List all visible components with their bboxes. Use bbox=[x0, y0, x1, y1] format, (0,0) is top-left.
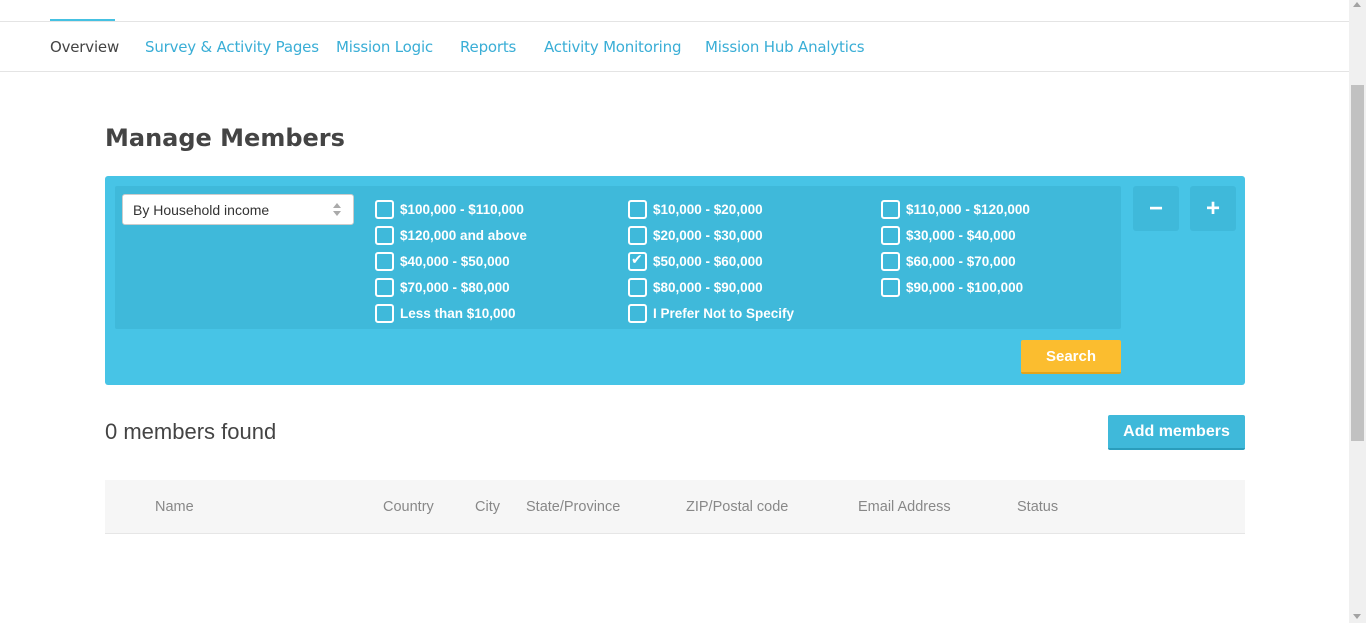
remove-filter-button[interactable]: − bbox=[1133, 186, 1179, 231]
income-option-checkbox[interactable]: $20,000 - $30,000 bbox=[628, 225, 763, 245]
members-table-header: Name Country City State/Province ZIP/Pos… bbox=[105, 480, 1245, 534]
income-option-label: $20,000 - $30,000 bbox=[653, 227, 763, 243]
scroll-up-icon[interactable] bbox=[1353, 2, 1361, 7]
checkmark-icon: ✔ bbox=[631, 251, 643, 268]
income-option-label: $10,000 - $20,000 bbox=[653, 201, 763, 217]
page-title: Manage Members bbox=[105, 124, 345, 152]
scroll-down-icon[interactable] bbox=[1353, 614, 1361, 619]
checkbox-icon bbox=[628, 199, 647, 219]
income-option-checkbox[interactable]: ✔ $50,000 - $60,000 bbox=[628, 251, 763, 271]
checkbox-icon bbox=[881, 251, 900, 271]
checkbox-icon bbox=[375, 251, 394, 271]
tab-mission-logic[interactable]: Mission Logic bbox=[336, 38, 433, 56]
column-header-city[interactable]: City bbox=[475, 499, 500, 515]
income-option-checkbox[interactable]: $120,000 and above bbox=[375, 225, 527, 245]
filter-type-select[interactable]: By Household income bbox=[122, 194, 354, 225]
checkbox-icon bbox=[628, 303, 647, 323]
income-option-checkbox[interactable]: $40,000 - $50,000 bbox=[375, 251, 510, 271]
checkbox-icon bbox=[881, 277, 900, 297]
income-option-label: $50,000 - $60,000 bbox=[653, 253, 763, 269]
checkbox-icon bbox=[375, 277, 394, 297]
scrollbar-thumb[interactable] bbox=[1351, 85, 1364, 441]
column-header-state[interactable]: State/Province bbox=[526, 499, 620, 515]
income-option-checkbox[interactable]: $110,000 - $120,000 bbox=[881, 199, 1030, 219]
income-option-label: $100,000 - $110,000 bbox=[400, 201, 524, 217]
income-option-label: $40,000 - $50,000 bbox=[400, 253, 510, 269]
income-option-label: $90,000 - $100,000 bbox=[906, 279, 1024, 295]
tab-overview[interactable]: Overview bbox=[50, 38, 119, 56]
income-option-checkbox[interactable]: $10,000 - $20,000 bbox=[628, 199, 763, 219]
tab-mission-hub-analytics[interactable]: Mission Hub Analytics bbox=[705, 38, 865, 56]
select-arrows-icon bbox=[332, 203, 342, 217]
tab-bar: Overview Survey & Activity Pages Mission… bbox=[0, 22, 1349, 72]
income-option-label: $70,000 - $80,000 bbox=[400, 279, 510, 295]
income-option-label: $30,000 - $40,000 bbox=[906, 227, 1016, 243]
vertical-scrollbar[interactable] bbox=[1349, 0, 1366, 623]
column-header-status[interactable]: Status bbox=[1017, 499, 1058, 515]
income-option-checkbox[interactable]: $30,000 - $40,000 bbox=[881, 225, 1016, 245]
income-option-label: $80,000 - $90,000 bbox=[653, 279, 763, 295]
checkbox-icon bbox=[375, 225, 394, 245]
filter-row: By Household income $100,000 - $110,000 … bbox=[115, 186, 1121, 329]
column-header-country[interactable]: Country bbox=[383, 499, 434, 515]
tab-survey-activity-pages[interactable]: Survey & Activity Pages bbox=[145, 38, 319, 56]
add-members-button[interactable]: Add members bbox=[1108, 415, 1245, 450]
filter-type-value: By Household income bbox=[133, 202, 270, 218]
tab-activity-monitoring[interactable]: Activity Monitoring bbox=[544, 38, 681, 56]
income-option-checkbox[interactable]: $70,000 - $80,000 bbox=[375, 277, 510, 297]
checkbox-icon: ✔ bbox=[628, 251, 647, 271]
income-option-checkbox[interactable]: $80,000 - $90,000 bbox=[628, 277, 763, 297]
top-header-edge bbox=[0, 0, 1349, 22]
checkbox-icon bbox=[375, 303, 394, 323]
search-button[interactable]: Search bbox=[1021, 340, 1121, 374]
column-header-email[interactable]: Email Address bbox=[858, 499, 951, 515]
tab-reports[interactable]: Reports bbox=[460, 38, 516, 56]
income-option-checkbox[interactable]: $60,000 - $70,000 bbox=[881, 251, 1016, 271]
income-option-label: $60,000 - $70,000 bbox=[906, 253, 1016, 269]
income-option-checkbox[interactable]: I Prefer Not to Specify bbox=[628, 303, 794, 323]
checkbox-icon bbox=[628, 225, 647, 245]
column-header-name[interactable]: Name bbox=[155, 499, 194, 515]
active-tab-indicator bbox=[50, 19, 115, 21]
filter-panel: By Household income $100,000 - $110,000 … bbox=[105, 176, 1245, 385]
checkbox-icon bbox=[881, 225, 900, 245]
income-option-label: I Prefer Not to Specify bbox=[653, 305, 795, 321]
income-option-label: Less than $10,000 bbox=[400, 305, 516, 321]
income-option-label: $110,000 - $120,000 bbox=[906, 201, 1030, 217]
income-option-checkbox[interactable]: Less than $10,000 bbox=[375, 303, 516, 323]
income-option-checkbox[interactable]: $90,000 - $100,000 bbox=[881, 277, 1023, 297]
column-header-zip[interactable]: ZIP/Postal code bbox=[686, 499, 788, 515]
checkbox-icon bbox=[628, 277, 647, 297]
income-option-label: $120,000 and above bbox=[400, 227, 527, 243]
members-count: 0 members found bbox=[105, 419, 277, 444]
add-filter-button[interactable]: + bbox=[1190, 186, 1236, 231]
income-option-checkbox[interactable]: $100,000 - $110,000 bbox=[375, 199, 524, 219]
checkbox-icon bbox=[881, 199, 900, 219]
checkbox-icon bbox=[375, 199, 394, 219]
